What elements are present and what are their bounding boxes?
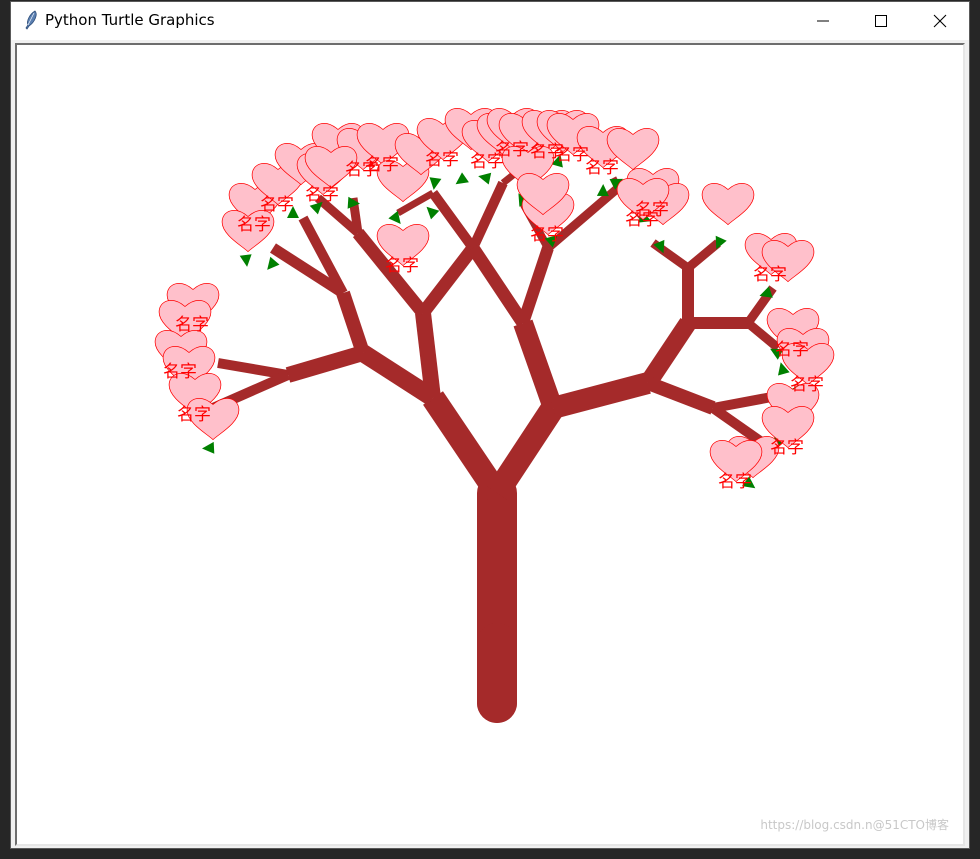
leaf-mark — [715, 235, 727, 250]
heart-label: 名字 — [425, 150, 459, 170]
turtle-canvas[interactable]: 名字 名字 名字 名字 名字 名字 名字 名字 名字 名字 名字 名字 名字 名字 名字 名字 名字 名字 名字 名字… — [15, 43, 965, 846]
leaf-mark — [429, 177, 442, 190]
minimize-icon — [817, 20, 829, 22]
heart-label: 名字 — [495, 140, 529, 160]
heart-label: 名字 — [530, 225, 564, 245]
heart-label: 名字 — [753, 265, 787, 285]
leaf-mark — [426, 206, 440, 220]
heart-label: 名字 — [585, 158, 619, 178]
minimize-button[interactable] — [794, 2, 852, 40]
watermark: https://blog.csdn.n@51CTO博客 — [760, 818, 949, 832]
branch — [217, 358, 289, 380]
branch — [467, 244, 529, 327]
feather-icon — [23, 10, 39, 30]
branch — [415, 312, 441, 399]
heart-label: 名字 — [770, 438, 804, 458]
maximize-button[interactable] — [852, 2, 910, 40]
branch — [336, 290, 370, 356]
tree-drawing: 名字名字名字名字名字 名字名字名字名字名字 名字名字 名字名字名字名字名字名字名字名字… — [154, 108, 835, 723]
heart-label: 名字 — [305, 185, 339, 205]
branch — [517, 246, 554, 325]
window-title: Python Turtle Graphics — [45, 11, 215, 29]
close-icon — [933, 14, 947, 28]
branch — [550, 372, 651, 419]
heart-label: 名字 — [718, 472, 752, 492]
branch — [468, 180, 508, 251]
heart-label: 名字 — [385, 256, 419, 276]
branch — [645, 376, 716, 415]
heart-label: 名字 — [163, 362, 197, 382]
heart-label: 名字 — [555, 145, 589, 165]
leaf-mark — [267, 256, 280, 270]
close-button[interactable] — [911, 2, 969, 40]
branch — [486, 401, 564, 500]
leaf-mark — [202, 441, 215, 454]
branch — [417, 244, 479, 317]
branch — [640, 318, 696, 388]
turtle-window: Python Turtle Graphics 名字 名字 名字 名字 名字 名字 名字 名字名… — [10, 1, 970, 849]
heart-label: 名字 — [365, 155, 399, 175]
branch — [285, 345, 366, 383]
heart-label: 名字 — [775, 340, 809, 360]
heart-label: 名字 — [175, 315, 209, 335]
heart-blossoms: 名字名字名字名字名字 名字名字名字名字名字 名字名字 名字名字名字名字名字名字名字名字… — [154, 108, 835, 492]
maximize-icon — [875, 15, 887, 27]
branch — [423, 391, 507, 500]
leaf-mark — [239, 254, 252, 267]
branch — [513, 319, 563, 412]
leaf-mark — [455, 172, 469, 185]
leaf-mark — [478, 172, 492, 185]
heart-blossom — [701, 183, 755, 226]
heart-label: 名字 — [625, 210, 659, 230]
heart-label: 名字 — [177, 405, 211, 425]
leaf-mark — [596, 184, 609, 197]
tree-branches — [210, 160, 794, 723]
heart-label: 名字 — [260, 195, 294, 215]
title-bar[interactable]: Python Turtle Graphics — [11, 2, 969, 40]
heart-label: 名字 — [790, 375, 824, 395]
branch — [428, 190, 478, 251]
branch — [685, 239, 721, 272]
heart-label: 名字 — [237, 215, 271, 235]
